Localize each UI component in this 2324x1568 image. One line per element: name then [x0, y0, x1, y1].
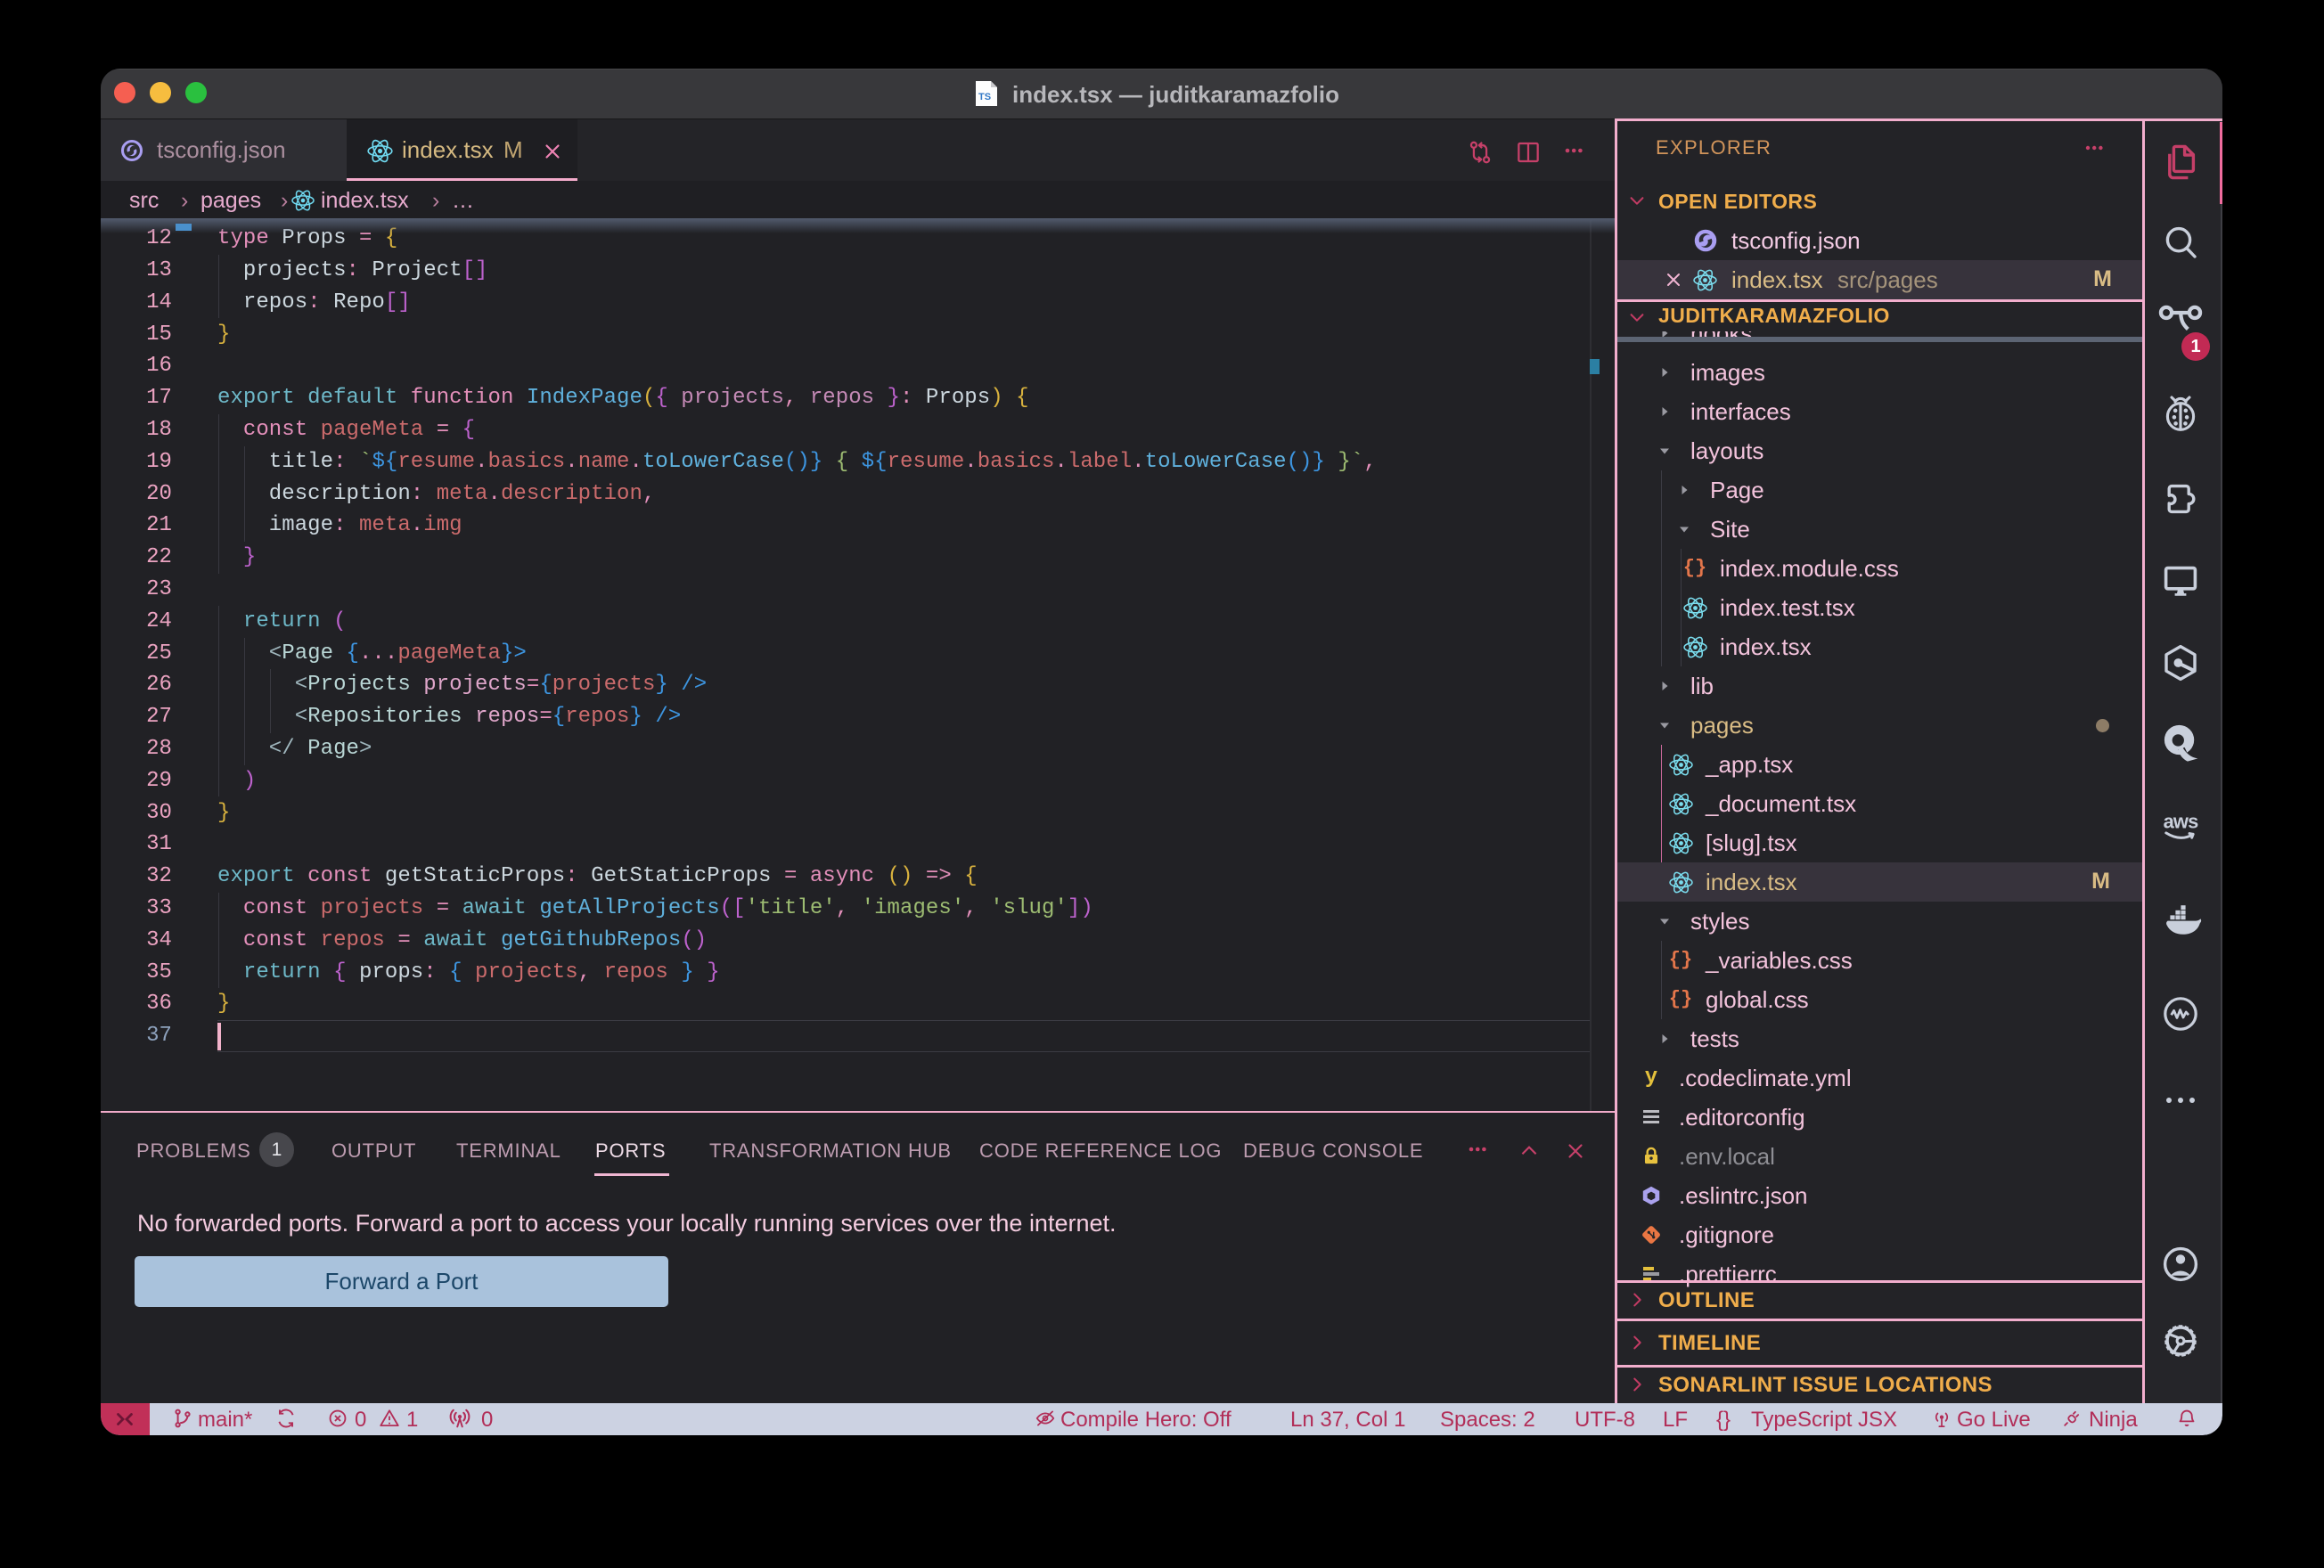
svg-text:TS: TS [978, 92, 991, 102]
svg-text:aws: aws [2164, 811, 2198, 833]
